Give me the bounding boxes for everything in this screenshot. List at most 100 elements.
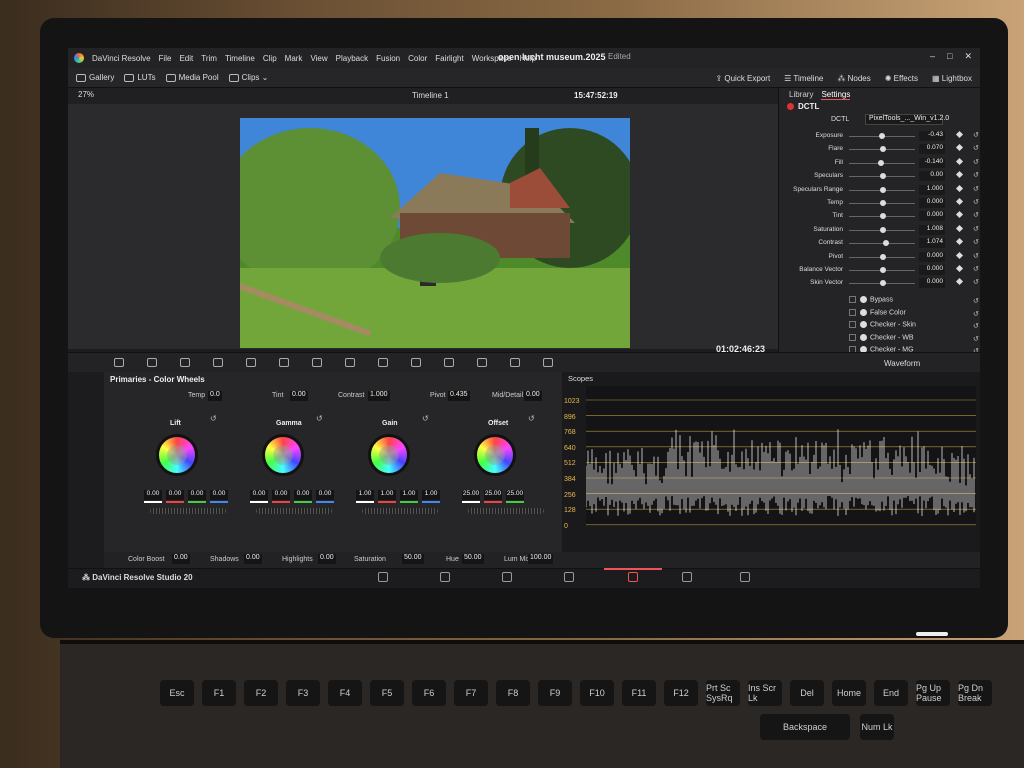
param-value-field[interactable]: 0.070 <box>919 144 945 155</box>
wheel-value[interactable]: 0.00 <box>144 490 162 500</box>
wheel-value[interactable]: 0.00 <box>316 490 334 500</box>
timeline-button[interactable]: ☰ Timeline <box>784 74 823 83</box>
param-value-field[interactable]: -0.140 <box>919 157 945 168</box>
tab-settings[interactable]: Settings <box>821 90 851 100</box>
close-button[interactable]: ✕ <box>964 51 972 62</box>
param-slider-track[interactable] <box>849 243 915 245</box>
bottom-control-value[interactable]: 0.00 <box>172 554 190 564</box>
color-tool-icon[interactable] <box>114 358 124 367</box>
menu-edit[interactable]: Edit <box>179 54 193 63</box>
scope-mode-select[interactable]: Waveform <box>884 359 920 368</box>
control-value[interactable]: 0.435 <box>448 391 470 401</box>
color-tool-icon[interactable] <box>279 358 289 367</box>
param-slider-knob[interactable] <box>880 267 886 273</box>
keyframe-icon[interactable] <box>955 157 964 165</box>
color-tool-icon[interactable] <box>477 358 487 367</box>
wheel-value[interactable]: 0.00 <box>166 490 184 500</box>
media-pool-button[interactable]: Media Pool <box>165 73 219 82</box>
bottom-control-value[interactable]: 50.00 <box>462 554 484 564</box>
param-slider-knob[interactable] <box>880 280 886 287</box>
page-fusion-icon[interactable] <box>564 572 574 582</box>
wheel-value[interactable]: 0.00 <box>250 490 268 500</box>
wheel-value[interactable]: 0.00 <box>188 490 206 500</box>
lightbox-button[interactable]: ▦ Lightbox <box>932 74 972 83</box>
timeline-selector[interactable]: Timeline 1 <box>412 91 449 100</box>
keyframe-icon[interactable] <box>955 264 964 273</box>
effects-button[interactable]: ✺ Effects <box>885 74 918 83</box>
nodes-button[interactable]: ⁂ Nodes <box>837 74 870 83</box>
reset-icon[interactable]: ↺ <box>973 225 979 233</box>
reset-icon[interactable]: ↺ <box>973 158 979 166</box>
keyframe-icon[interactable] <box>955 130 964 139</box>
color-tool-icon[interactable] <box>444 358 454 367</box>
wheel-value[interactable]: 25.00 <box>506 490 524 500</box>
param-value-field[interactable]: 0.000 <box>919 265 945 275</box>
checkbox[interactable] <box>849 308 856 316</box>
menu-trim[interactable]: Trim <box>201 54 217 63</box>
wheel-value[interactable]: 25.00 <box>484 490 502 500</box>
reset-icon[interactable]: ↺ <box>973 198 979 206</box>
checkbox[interactable] <box>849 296 856 303</box>
color-tool-icon[interactable] <box>543 358 553 367</box>
checkbox[interactable] <box>849 321 856 329</box>
reset-icon[interactable]: ↺ <box>973 265 979 273</box>
menu-playback[interactable]: Playback <box>336 54 368 63</box>
reset-icon[interactable]: ↺ <box>973 278 979 286</box>
keyframe-icon[interactable] <box>955 211 964 219</box>
param-value-field[interactable]: 0.000 <box>919 198 945 208</box>
param-slider-knob[interactable] <box>880 253 886 260</box>
keyframe-icon[interactable] <box>955 224 964 232</box>
param-slider-knob[interactable] <box>880 226 886 233</box>
reset-icon[interactable]: ↺ <box>973 211 979 219</box>
color-tool-icon[interactable] <box>246 358 256 367</box>
control-value[interactable]: 0.00 <box>290 391 308 401</box>
reset-icon[interactable]: ↺ <box>973 185 979 193</box>
menu-fairlight[interactable]: Fairlight <box>435 54 463 63</box>
wheel-value[interactable]: 0.00 <box>294 490 312 500</box>
keyframe-icon[interactable] <box>955 184 964 192</box>
param-slider-knob[interactable] <box>883 240 890 247</box>
master-wheel[interactable] <box>256 508 332 514</box>
keyframe-icon[interactable] <box>955 278 964 286</box>
reset-icon[interactable]: ↺ <box>973 144 979 152</box>
page-edit-icon[interactable] <box>502 572 512 582</box>
param-slider-knob[interactable] <box>880 146 886 153</box>
menu-fusion[interactable]: Fusion <box>376 54 400 63</box>
keyframe-icon[interactable] <box>955 238 964 246</box>
reset-icon[interactable]: ↺ <box>316 414 323 423</box>
param-value-field[interactable]: 0.00 <box>919 171 945 182</box>
master-wheel[interactable] <box>150 508 226 514</box>
color-tool-icon[interactable] <box>345 358 355 367</box>
param-value-field[interactable]: 0.000 <box>919 251 945 262</box>
keyframe-icon[interactable] <box>955 171 964 179</box>
wheel-value[interactable]: 0.00 <box>210 490 228 500</box>
bottom-control-value[interactable]: 0.00 <box>244 554 262 564</box>
check-row[interactable]: Checker - Skin ↺ <box>849 321 979 330</box>
page-media-icon[interactable] <box>378 572 388 582</box>
maximize-button[interactable]: □ <box>947 51 952 62</box>
master-wheel[interactable] <box>468 508 544 514</box>
bottom-control-value[interactable]: 100.00 <box>528 554 554 564</box>
param-value-field[interactable]: 0.000 <box>919 211 945 222</box>
wheel-value[interactable]: 25.00 <box>462 490 480 500</box>
master-wheel[interactable] <box>362 508 438 514</box>
minimize-button[interactable]: – <box>930 51 935 62</box>
reset-icon[interactable]: ↺ <box>973 131 979 139</box>
color-tool-icon[interactable] <box>213 358 223 367</box>
control-value[interactable]: 1.000 <box>368 391 390 401</box>
color-wheel-gamma[interactable] <box>262 434 304 476</box>
reset-icon[interactable]: ↺ <box>973 322 979 330</box>
param-slider-knob[interactable] <box>878 133 885 139</box>
zoom-level[interactable]: 27% <box>78 90 94 99</box>
gallery-button[interactable]: Gallery <box>76 73 114 82</box>
reset-icon[interactable]: ↺ <box>973 297 979 305</box>
tab-library[interactable]: Library <box>789 90 813 100</box>
color-wheel-gain[interactable] <box>368 434 410 476</box>
keyframe-icon[interactable] <box>955 144 964 152</box>
page-color-icon[interactable] <box>628 572 638 582</box>
color-tool-icon[interactable] <box>378 358 388 367</box>
menu-view[interactable]: View <box>310 54 327 63</box>
menu-color[interactable]: Color <box>408 54 427 63</box>
wheel-value[interactable]: 1.00 <box>422 490 440 500</box>
check-row[interactable]: False Color ↺ <box>849 308 979 318</box>
